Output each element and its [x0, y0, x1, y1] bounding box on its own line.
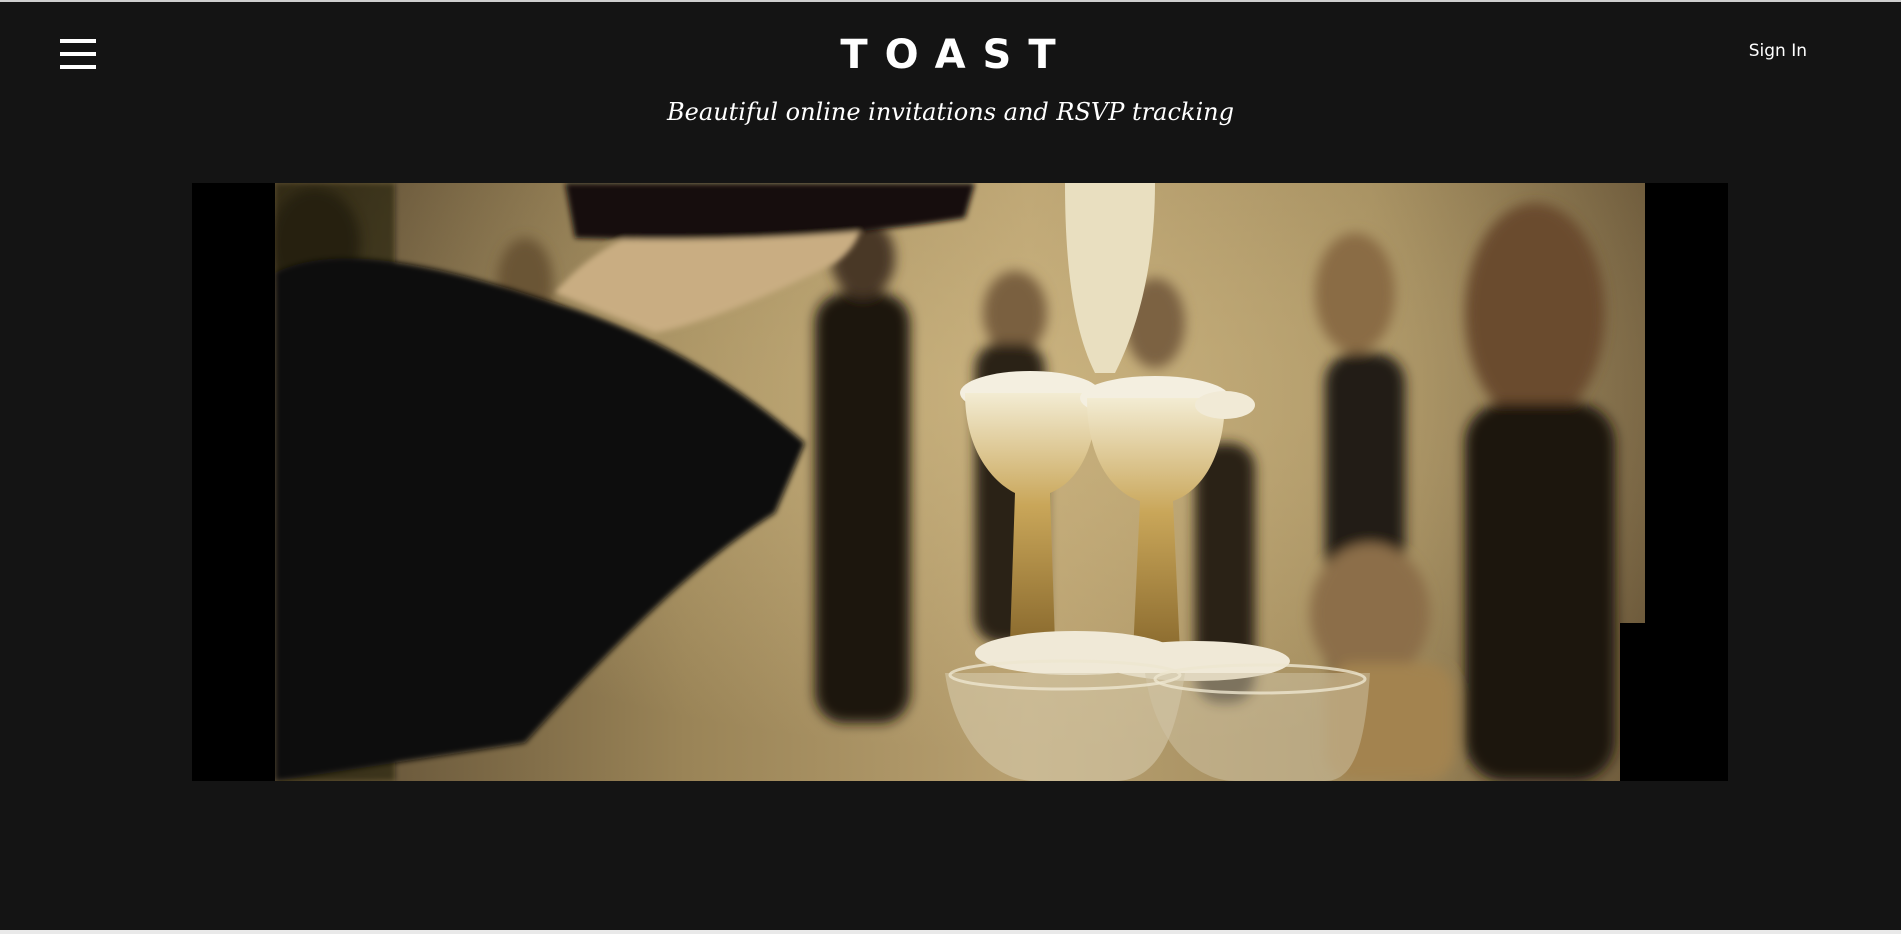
site-tagline: Beautiful online invitations and RSVP tr… — [667, 98, 1234, 126]
page-bottom-border — [0, 930, 1901, 934]
sign-in-link[interactable]: Sign In — [1749, 41, 1807, 61]
landing-page: TOAST Beautiful online invitations and R… — [0, 2, 1901, 932]
hero-video-scene — [275, 183, 1645, 781]
hero-video[interactable] — [192, 183, 1728, 781]
site-logo[interactable]: TOAST — [0, 32, 1901, 78]
